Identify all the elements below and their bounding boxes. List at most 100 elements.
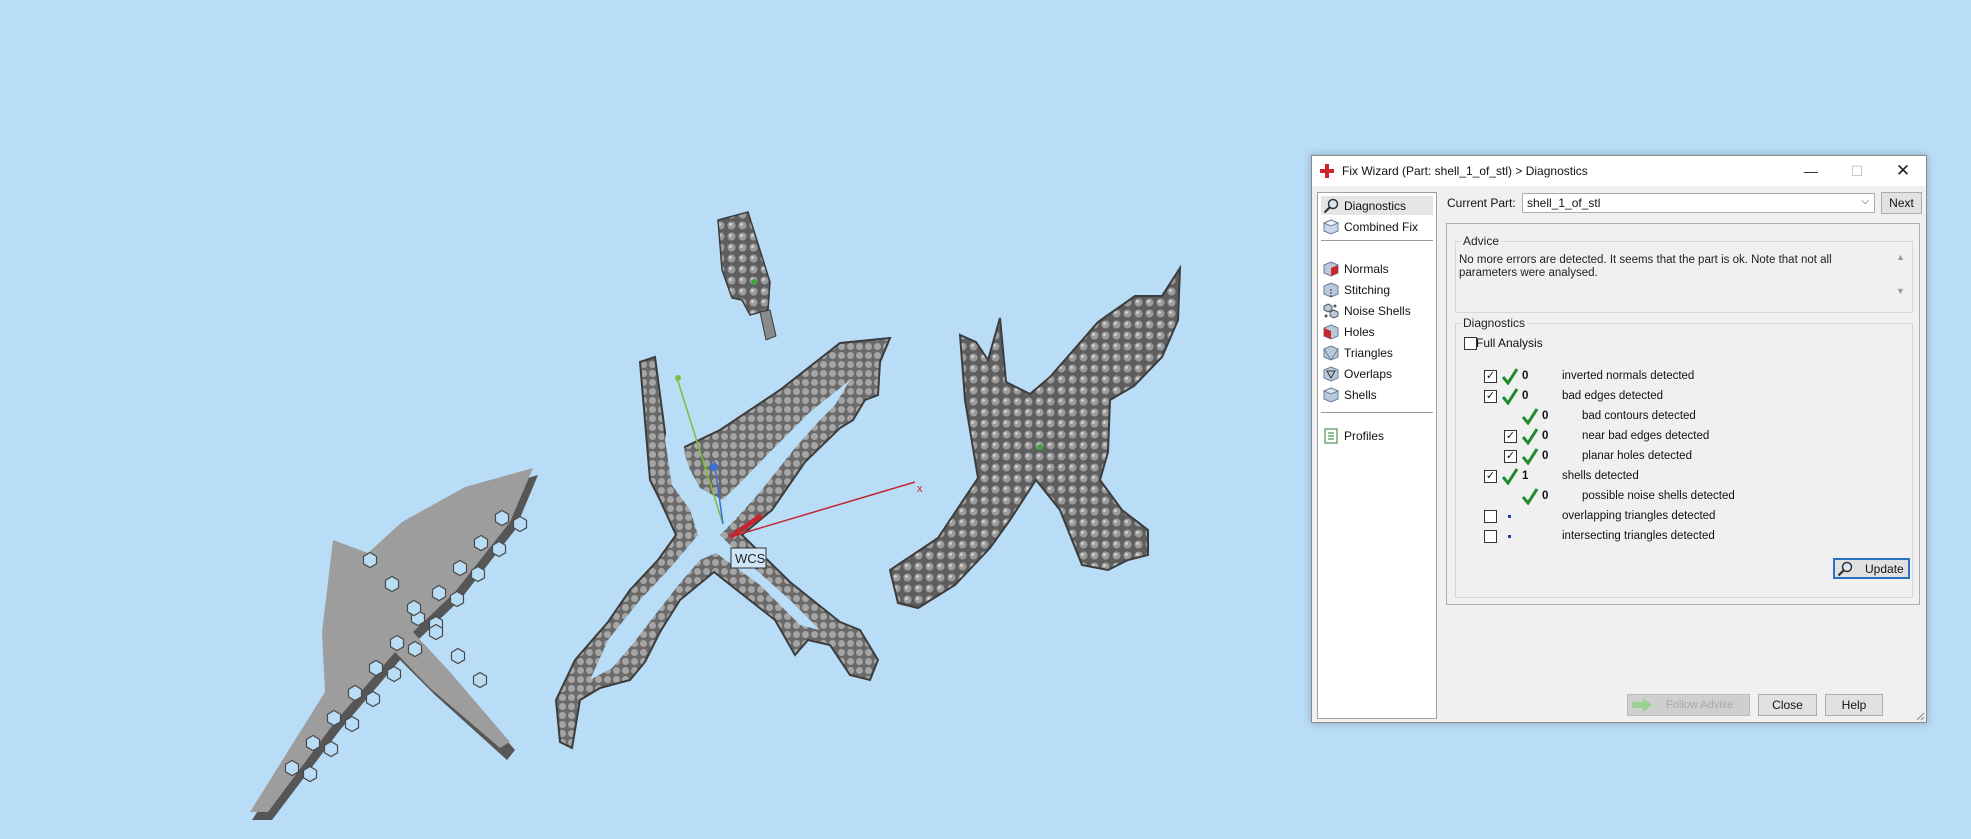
- hex-hole: [362, 551, 378, 569]
- studded-part[interactable]: [888, 264, 1182, 610]
- current-part-select[interactable]: shell_1_of_stl ⌵: [1522, 193, 1875, 213]
- hex-hole: [368, 659, 384, 677]
- dialog-title: Fix Wizard (Part: shell_1_of_stl) > Diag…: [1342, 164, 1588, 178]
- green-check-icon: [1502, 468, 1518, 485]
- minimize-button[interactable]: —: [1788, 156, 1834, 186]
- diagnostic-checkbox[interactable]: [1484, 510, 1497, 523]
- diagnostic-description: bad edges detected: [1562, 390, 1664, 402]
- follow-advise-button[interactable]: Follow Advise: [1627, 694, 1750, 716]
- diagnostic-count: 0: [1522, 370, 1529, 382]
- hex-hole: [344, 715, 360, 733]
- sidebar-item-stitching[interactable]: Stitching: [1321, 280, 1433, 299]
- close-button[interactable]: Close: [1758, 694, 1817, 716]
- hex-hole: [406, 599, 422, 617]
- green-check-icon: [1522, 488, 1538, 505]
- hex-hole: [365, 690, 381, 708]
- diagnostics-group: Diagnostics Full Analysis ✓ 0 inverted nor…: [1455, 316, 1913, 598]
- next-button[interactable]: Next: [1881, 192, 1922, 214]
- diagnostic-checkbox[interactable]: ✓: [1484, 390, 1497, 403]
- hex-hole: [449, 590, 465, 608]
- diagnostic-count: 1: [1522, 470, 1529, 482]
- advice-scrollbar[interactable]: ▲ ▼: [1896, 250, 1908, 300]
- sidebar-item-triangles[interactable]: Triangles: [1321, 343, 1433, 362]
- noise-shells-icon: [1323, 302, 1339, 319]
- hex-hole: [470, 565, 486, 583]
- diagnostic-count: 0: [1542, 410, 1549, 422]
- green-check-icon: [1522, 428, 1538, 445]
- normals-cube-icon: [1323, 260, 1339, 277]
- small-part[interactable]: [717, 211, 777, 341]
- maximize-button[interactable]: ☐: [1834, 156, 1880, 186]
- diagnostic-checkbox[interactable]: ✓: [1484, 470, 1497, 483]
- green-check-icon: [1502, 368, 1518, 385]
- sidebar-divider: [1321, 412, 1433, 413]
- diagnostic-checkbox[interactable]: ✓: [1504, 430, 1517, 443]
- sidebar-item-diagnostics[interactable]: Diagnostics: [1321, 196, 1433, 215]
- diagnostic-checkbox[interactable]: ✓: [1504, 450, 1517, 463]
- hex-hole: [305, 734, 321, 752]
- x-axis-label: x: [917, 483, 923, 495]
- diagnostic-checkbox[interactable]: [1484, 530, 1497, 543]
- sidebar-item-shells[interactable]: Shells: [1321, 385, 1433, 404]
- diagnostic-count: 0: [1522, 390, 1529, 402]
- sidebar-item-holes[interactable]: Holes: [1321, 322, 1433, 341]
- profiles-document-icon: [1324, 428, 1338, 443]
- wizard-sidebar: Diagnostics Combined Fix Normals Stitchi…: [1317, 192, 1437, 719]
- update-label: Update: [1865, 561, 1904, 576]
- ring-part[interactable]: [554, 336, 892, 750]
- diagnostics-panel: Advice No more errors are detected. It s…: [1446, 223, 1920, 605]
- triangles-cube-icon: [1323, 344, 1339, 361]
- green-check-icon: [1522, 448, 1538, 465]
- sidebar-item-combined-fix[interactable]: Combined Fix: [1321, 217, 1433, 236]
- scroll-down-icon[interactable]: ▼: [1896, 286, 1905, 296]
- diagnostic-row: ✓ 0 near bad edges detected: [1456, 428, 1906, 446]
- overlaps-cube-icon: [1323, 365, 1339, 382]
- wcs-label: WCS: [735, 551, 766, 566]
- sidebar-item-normals[interactable]: Normals: [1321, 259, 1433, 278]
- hex-hole: [494, 509, 510, 527]
- sidebar-item-overlaps[interactable]: Overlaps: [1321, 364, 1433, 383]
- diagnostic-row: ✓ 0 inverted normals detected: [1456, 368, 1906, 386]
- diagnostic-row: ✓ 0 bad edges detected: [1456, 388, 1906, 406]
- sidebar-item-noise-shells[interactable]: Noise Shells: [1321, 301, 1433, 320]
- hex-hole: [428, 623, 444, 641]
- diagnostic-row: ✓ 0 planar holes detected: [1456, 448, 1906, 466]
- advice-title: Advice: [1461, 234, 1502, 248]
- update-button[interactable]: Update: [1833, 558, 1910, 579]
- close-window-button[interactable]: ✕: [1880, 156, 1926, 186]
- diagnostic-count: 0: [1542, 430, 1549, 442]
- stitching-cube-icon: [1323, 281, 1339, 298]
- diagnostic-description: shells detected: [1562, 470, 1639, 482]
- advice-group: Advice No more errors are detected. It s…: [1455, 234, 1913, 313]
- current-part-value: shell_1_of_stl: [1527, 196, 1601, 210]
- diagnostic-checkbox[interactable]: ✓: [1484, 370, 1497, 383]
- lattice-part[interactable]: [250, 468, 538, 820]
- diagnostic-description: possible noise shells detected: [1582, 490, 1735, 502]
- diagnostic-row: ✓ 1 shells detected: [1456, 468, 1906, 486]
- dialog-titlebar[interactable]: Fix Wizard (Part: shell_1_of_stl) > Diag…: [1312, 156, 1926, 186]
- sidebar-item-profiles[interactable]: Profiles: [1321, 426, 1433, 445]
- hex-hole: [450, 647, 466, 665]
- fix-wizard-dialog: Fix Wizard (Part: shell_1_of_stl) > Diag…: [1311, 155, 1927, 723]
- hex-hole: [347, 684, 363, 702]
- hex-hole: [512, 515, 528, 533]
- cube-icon: [1323, 218, 1339, 235]
- help-button[interactable]: Help: [1825, 694, 1883, 716]
- hex-hole: [302, 765, 318, 783]
- red-cross-icon: [1320, 164, 1334, 178]
- sidebar-divider: [1321, 240, 1433, 241]
- hex-hole: [491, 540, 507, 558]
- chevron-down-icon: ⌵: [1861, 196, 1869, 207]
- diagnostic-count: 0: [1542, 490, 1549, 502]
- scroll-up-icon[interactable]: ▲: [1896, 252, 1905, 262]
- hex-hole: [473, 534, 489, 552]
- hex-hole: [386, 665, 402, 683]
- shells-cube-icon: [1323, 386, 1339, 403]
- green-check-icon: [1522, 408, 1538, 425]
- diagnostics-title: Diagnostics: [1461, 316, 1528, 330]
- diagnostic-row: overlapping triangles detected: [1456, 508, 1906, 526]
- diagnostic-description: overlapping triangles detected: [1562, 510, 1716, 522]
- resize-grip-icon[interactable]: [1915, 711, 1925, 721]
- arrow-right-icon: [1632, 698, 1652, 712]
- hex-hole: [326, 709, 342, 727]
